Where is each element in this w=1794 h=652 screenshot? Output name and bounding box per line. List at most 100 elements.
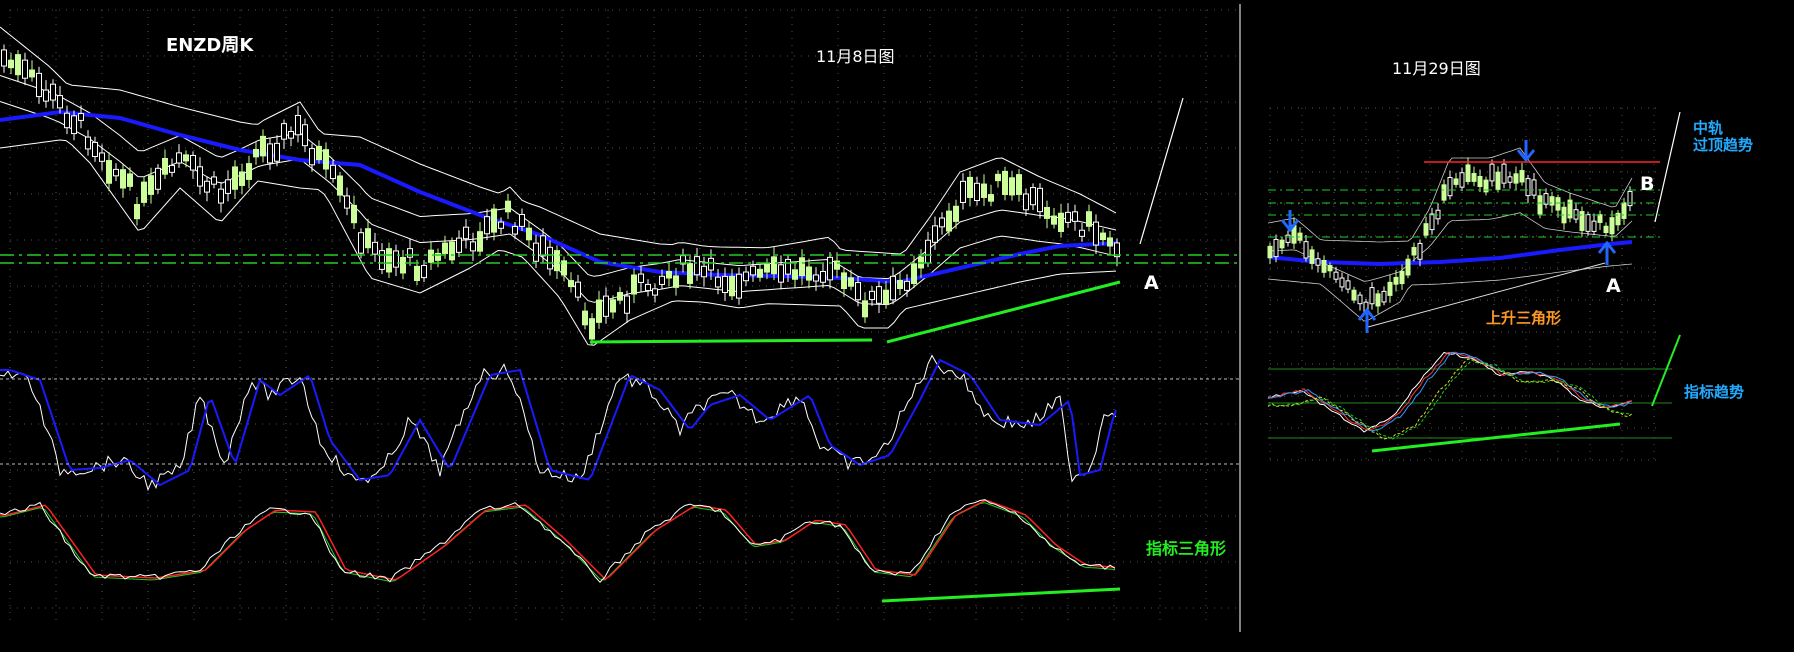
candle-body	[1279, 239, 1285, 249]
candle-body	[1501, 163, 1507, 184]
candle-body	[687, 263, 693, 284]
candle-body	[288, 131, 294, 139]
candle-body	[1585, 214, 1591, 232]
candle-body	[1023, 193, 1029, 211]
right-osc-line-3	[1267, 351, 1632, 432]
candle-body	[141, 181, 147, 203]
candle-body	[736, 273, 742, 299]
candle-body	[393, 250, 399, 268]
left-projection-line	[1139, 97, 1184, 245]
candle-body	[1465, 164, 1471, 182]
left-price-grid	[9, 9, 1236, 620]
left-indicator-label: 指标三角形	[1146, 539, 1226, 558]
candle-body	[708, 257, 714, 271]
candle-body	[351, 204, 357, 224]
candle-body	[1333, 271, 1339, 280]
candle-body	[232, 166, 238, 190]
candle-body	[323, 149, 329, 170]
candle-body	[1381, 290, 1387, 303]
candle-body	[1387, 281, 1393, 296]
candle-body	[1100, 232, 1106, 241]
left-rising-trendline	[886, 280, 1121, 344]
candle-body	[267, 143, 273, 164]
candle-body	[120, 169, 126, 189]
right-label-a: A	[1606, 275, 1621, 297]
candle-body	[701, 265, 707, 278]
candle-body	[1327, 265, 1333, 272]
candle-body	[1405, 258, 1411, 276]
candle-body	[876, 286, 882, 304]
candle-body	[1411, 247, 1417, 256]
candle-body	[750, 265, 756, 276]
candle-body	[127, 173, 133, 187]
candle-body	[71, 115, 77, 135]
candle-body	[582, 310, 588, 326]
candle-body	[764, 263, 770, 273]
candle-body	[1549, 196, 1555, 206]
candle-body	[1107, 237, 1113, 247]
left-date-label: 11月8日图	[816, 47, 895, 66]
candle-body	[1044, 206, 1050, 219]
candle-body	[631, 274, 637, 295]
candle-body	[302, 124, 308, 147]
candle-body	[1351, 289, 1357, 301]
candle-body	[50, 83, 56, 101]
left-title: ENZD周K	[166, 35, 254, 56]
candle-body	[197, 166, 203, 187]
candle-body	[22, 59, 28, 79]
candle-body	[897, 279, 903, 290]
candle-body	[624, 295, 630, 314]
candle-body	[988, 194, 994, 202]
candle-body	[134, 203, 140, 220]
candle-body	[337, 175, 343, 196]
candle-body	[484, 216, 490, 235]
candle-body	[64, 112, 70, 129]
candle-body	[855, 282, 861, 301]
candle-body	[358, 232, 364, 254]
candle-body	[596, 299, 602, 323]
candle-body	[925, 239, 931, 264]
candle-body	[99, 152, 105, 162]
candle-body	[526, 227, 532, 241]
candle-body	[400, 257, 406, 274]
candle-body	[1477, 175, 1483, 188]
candle-body	[967, 176, 973, 198]
candle-body	[211, 176, 217, 185]
candle-body	[1417, 242, 1423, 260]
left-osc2-green-line	[0, 502, 1116, 582]
candle-body	[1513, 173, 1519, 184]
candle-body	[1459, 172, 1465, 188]
right-arrow-up-1	[1357, 307, 1377, 333]
candle-body	[379, 250, 385, 270]
right-indicator-projection	[1651, 334, 1681, 407]
candle-body	[813, 274, 819, 282]
candle-body	[1597, 214, 1603, 223]
candle-body	[1519, 170, 1525, 183]
left-bollinger-bands	[0, 26, 1119, 346]
candle-body	[1369, 287, 1375, 305]
candle-body	[806, 266, 812, 281]
right-candles	[1267, 157, 1633, 320]
candle-body	[246, 163, 252, 180]
candle-body	[883, 289, 889, 304]
candle-body	[190, 154, 196, 171]
right-projection-line	[1654, 111, 1681, 223]
candle-body	[1037, 187, 1043, 213]
candle-body	[799, 257, 805, 277]
candle-body	[820, 270, 826, 283]
candle-body	[1591, 220, 1597, 232]
candle-body	[491, 208, 497, 233]
candle-body	[512, 225, 518, 235]
candle-body	[505, 200, 511, 213]
candle-body	[771, 256, 777, 275]
candle-body	[743, 271, 749, 282]
candle-body	[659, 275, 665, 285]
candle-body	[729, 275, 735, 297]
candle-body	[463, 226, 469, 240]
candle-body	[652, 288, 658, 296]
candle-body	[162, 158, 168, 175]
candle-body	[274, 142, 280, 162]
right-mid-band-label-1: 中轨	[1693, 119, 1723, 137]
candle-body	[533, 242, 539, 262]
candle-body	[1423, 223, 1429, 236]
